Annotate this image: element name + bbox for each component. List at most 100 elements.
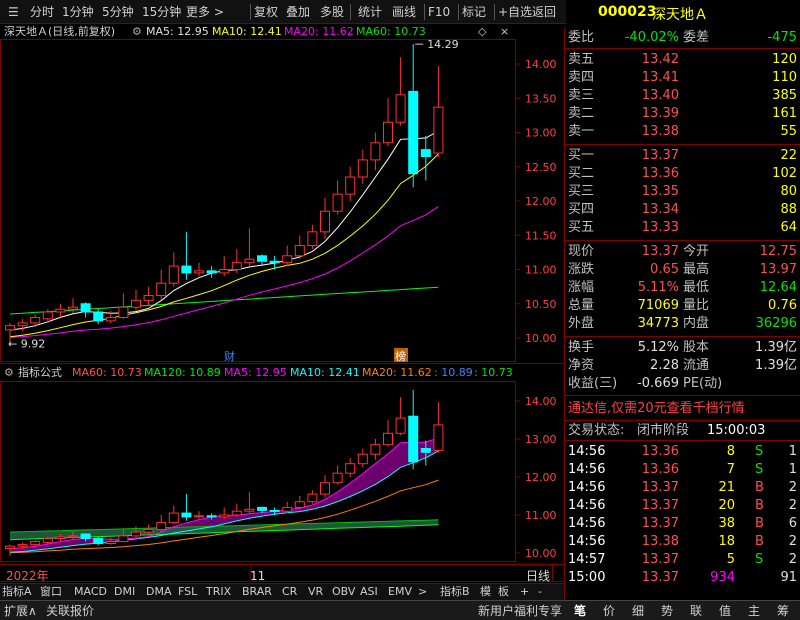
sub-candle — [269, 509, 280, 512]
indicator-tab-11[interactable]: ASI — [360, 584, 378, 600]
toolbar-item-2[interactable]: 5分钟 — [102, 3, 134, 21]
stat-label: 涨跌 — [568, 262, 595, 277]
toolbar-item-6[interactable]: 叠加 — [286, 3, 310, 21]
buy-price[interactable]: 13.37 — [605, 147, 679, 165]
buy-label: 买四 — [568, 202, 595, 217]
stat-value: 36296 — [755, 316, 797, 331]
indicator-tab-13[interactable]: > — [418, 584, 427, 600]
quote-tab-2[interactable]: 细 — [632, 603, 644, 619]
toolbar-item-1[interactable]: 1分钟 — [62, 3, 94, 21]
indicator-tab-9[interactable]: VR — [308, 584, 323, 600]
main-candle — [244, 258, 255, 264]
expand-button[interactable]: 扩展∧ — [4, 603, 37, 619]
indicator-tab-14[interactable]: 指标B — [440, 584, 470, 600]
stat-label: 内盘 — [683, 316, 710, 331]
welfare-link[interactable]: 新用户福利专享 — [478, 603, 562, 619]
sub-settings-icon[interactable]: ⚙ — [4, 365, 14, 381]
rank-mark[interactable]: 榜 — [395, 349, 406, 363]
stat-label: 涨幅 — [568, 280, 595, 295]
sell-price[interactable]: 13.38 — [605, 123, 679, 141]
buy-price[interactable]: 13.34 — [605, 201, 679, 219]
quote-tab-3[interactable]: 势 — [661, 603, 673, 619]
weibi-value: -40.02% — [624, 30, 679, 45]
add-icon[interactable]: + — [520, 584, 529, 600]
toolbar-item-8[interactable]: 统计 — [358, 3, 382, 21]
period-label[interactable]: 日线 — [526, 568, 550, 584]
buy-volume: 80 — [780, 184, 797, 199]
toolbar-item-10[interactable]: F10 — [428, 3, 450, 21]
related-quote-button[interactable]: 关联报价 — [46, 603, 94, 619]
main-candle — [194, 270, 204, 274]
quote-tab-7[interactable]: 筹 — [777, 603, 789, 619]
toolbar-item-9[interactable]: 画线 — [392, 3, 416, 21]
finance-mark[interactable]: 财 — [224, 349, 235, 363]
indicator-tab-1[interactable]: 窗口 — [40, 584, 62, 600]
trade-state: 闭市阶段 — [637, 423, 690, 438]
quote-tab-5[interactable]: 值 — [719, 603, 731, 619]
main-candle — [395, 94, 406, 123]
indicator-tab-15[interactable]: 模 — [480, 584, 491, 600]
stat-row: 涨跌 0.65 最高 13.97 — [565, 261, 800, 279]
sub-candle — [383, 432, 393, 446]
close-icon[interactable]: × — [500, 24, 509, 40]
minus-icon[interactable]: - — [538, 584, 542, 600]
ma5-label: MA5: 12.95 — [146, 25, 209, 38]
toolbar-item-0[interactable]: 分时 — [30, 3, 54, 21]
indicator-tab-8[interactable]: CR — [282, 584, 297, 600]
tick-time: 15:00 — [568, 570, 606, 585]
indicator-tabs: 指标A 窗口 MACD DMI DMA FSL TRIX BRAR CR VR OBV ASI EMV >… — [0, 583, 564, 600]
toolbar-item-3[interactable]: 15分钟 — [142, 3, 181, 21]
menu-icon[interactable]: ☰ — [8, 3, 19, 21]
sub-ma5-label: MA5: 12.95 — [224, 366, 287, 379]
indicator-tab-6[interactable]: TRIX — [206, 584, 231, 600]
buy-price[interactable]: 13.33 — [605, 219, 679, 237]
quote-tab-6[interactable]: 主 — [748, 603, 760, 619]
sell-label: 卖五 — [568, 52, 595, 67]
indicator-tab-0[interactable]: 指标A — [2, 584, 32, 600]
indicator-tab-7[interactable]: BRAR — [242, 584, 272, 600]
quote-tab-4[interactable]: 联 — [690, 603, 702, 619]
sub-candle — [80, 533, 91, 540]
toolbar-item-4[interactable]: 更多 > — [186, 3, 224, 21]
chart-area[interactable]: 14.00 13.50 13.00 12.50 12.00 11.50 11.00 10.50… — [0, 24, 564, 620]
indicator-tab-2[interactable]: MACD — [74, 584, 107, 600]
main-candle — [231, 262, 242, 270]
kline-chart[interactable]: 14.00 13.50 13.00 12.50 12.00 11.50 11.00 10.50… — [0, 24, 564, 584]
indicator-tab-5[interactable]: FSL — [178, 584, 197, 600]
toolbar-item-11[interactable]: 标记 — [462, 3, 486, 21]
main-candle — [17, 322, 28, 327]
sub-candle — [143, 528, 154, 533]
settings-icon[interactable]: ⚙ — [132, 24, 142, 40]
stat-row: 现价 13.37 今开 12.75 — [565, 243, 800, 261]
sell-label: 卖四 — [568, 70, 595, 85]
sub-candle — [68, 535, 78, 538]
sell-volume: 55 — [780, 124, 797, 139]
indicator-tab-4[interactable]: DMA — [146, 584, 172, 600]
stat2-label: 股本 — [683, 340, 710, 355]
sell-price[interactable]: 13.41 — [605, 69, 679, 87]
indicator-tab-10[interactable]: OBV — [332, 584, 355, 600]
indicator-tab-16[interactable]: 板 — [498, 584, 509, 600]
buy-price[interactable]: 13.35 — [605, 183, 679, 201]
toolbar-item-7[interactable]: 多股 — [320, 3, 344, 21]
sell-price[interactable]: 13.42 — [605, 51, 679, 69]
sub-candle — [357, 453, 368, 465]
tick-time: 14:56 — [568, 534, 606, 549]
sell-row: 卖三 13.40 385 — [565, 87, 800, 105]
main-candle — [105, 316, 116, 322]
toolbar-item-13[interactable]: 返回 — [532, 3, 556, 21]
sell-price[interactable]: 13.40 — [605, 87, 679, 105]
diamond-icon[interactable]: ◇ — [478, 24, 486, 40]
sell-price[interactable]: 13.39 — [605, 105, 679, 123]
ad-link[interactable]: 通达信,仅需20元查看千档行情 — [568, 400, 745, 418]
buy-price[interactable]: 13.36 — [605, 165, 679, 183]
indicator-tab-3[interactable]: DMI — [114, 584, 135, 600]
toolbar-item-5[interactable]: 复权 — [254, 3, 278, 21]
main-candle — [433, 106, 444, 154]
indicator-tab-12[interactable]: EMV — [388, 584, 412, 600]
quote-tab-0[interactable]: 笔 — [574, 603, 586, 619]
toolbar-item-12[interactable]: +自选 — [498, 3, 532, 21]
stat-value: 0.76 — [768, 298, 797, 313]
quote-tab-1[interactable]: 价 — [603, 603, 615, 619]
tick-row: 14:57 13.37 5 S 2 — [565, 551, 800, 569]
